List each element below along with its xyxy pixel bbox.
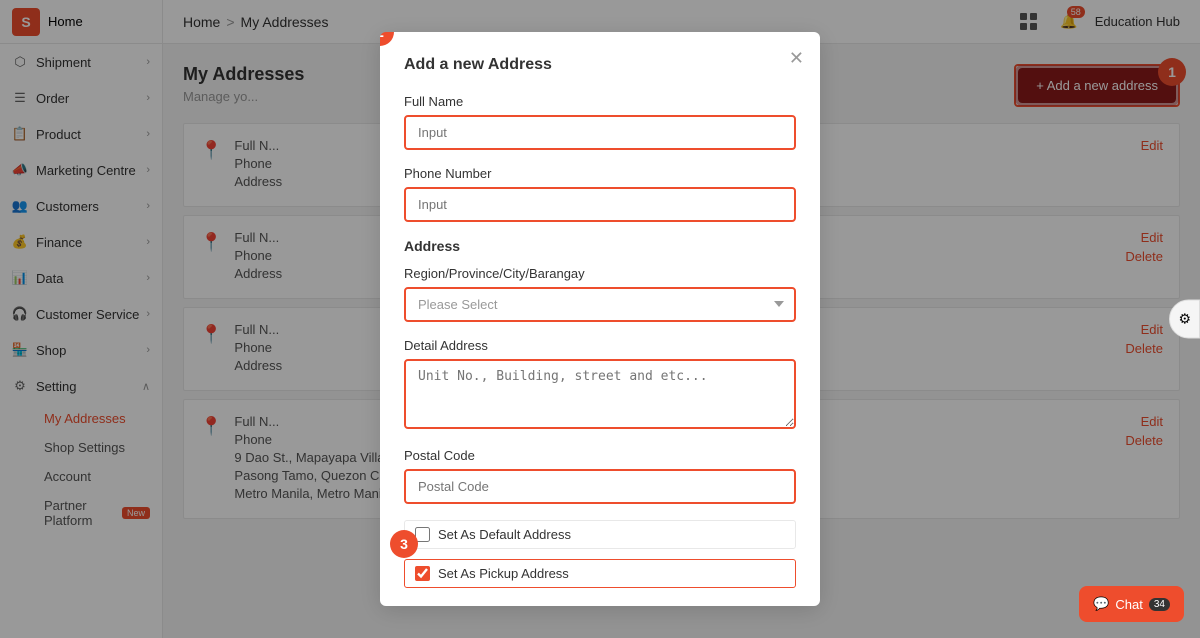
pickup-address-label: Set As Pickup Address <box>438 566 569 581</box>
full-name-input[interactable] <box>404 115 796 150</box>
full-name-group: Full Name <box>404 94 796 150</box>
pickup-address-checkbox[interactable] <box>415 566 430 581</box>
default-address-label: Set As Default Address <box>438 527 571 542</box>
modal-close-button[interactable]: ✕ <box>789 48 804 69</box>
step-badge-3: 3 <box>390 530 418 558</box>
chat-icon: 💬 <box>1093 596 1109 612</box>
postal-code-input[interactable] <box>404 469 796 504</box>
full-name-label: Full Name <box>404 94 796 109</box>
default-address-checkbox-group: Set As Default Address <box>404 520 796 549</box>
detail-address-input[interactable] <box>404 359 796 429</box>
address-section-label: Address <box>404 238 796 254</box>
chat-badge: 34 <box>1149 598 1170 611</box>
add-address-modal: 2 Add a new Address ✕ Full Name Phone Nu… <box>380 32 820 606</box>
region-group: Region/Province/City/Barangay Please Sel… <box>404 266 796 322</box>
postal-code-group: Postal Code <box>404 448 796 504</box>
floating-gear-icon[interactable]: ⚙ <box>1169 300 1200 339</box>
detail-address-label: Detail Address <box>404 338 796 353</box>
modal-title: Add a new Address <box>404 56 796 74</box>
phone-number-input[interactable] <box>404 187 796 222</box>
phone-number-label: Phone Number <box>404 166 796 181</box>
region-label: Region/Province/City/Barangay <box>404 266 796 281</box>
step-badge-2: 2 <box>380 32 394 46</box>
pickup-address-checkbox-group: Set As Pickup Address <box>404 559 796 588</box>
postal-code-label: Postal Code <box>404 448 796 463</box>
phone-number-group: Phone Number <box>404 166 796 222</box>
detail-address-group: Detail Address <box>404 338 796 432</box>
chat-button[interactable]: 💬 Chat 34 <box>1079 586 1184 622</box>
gear-icon: ⚙ <box>1178 311 1191 327</box>
region-select[interactable]: Please Select <box>404 287 796 322</box>
chat-label: Chat <box>1115 597 1142 612</box>
modal-overlay[interactable]: 2 Add a new Address ✕ Full Name Phone Nu… <box>0 0 1200 638</box>
